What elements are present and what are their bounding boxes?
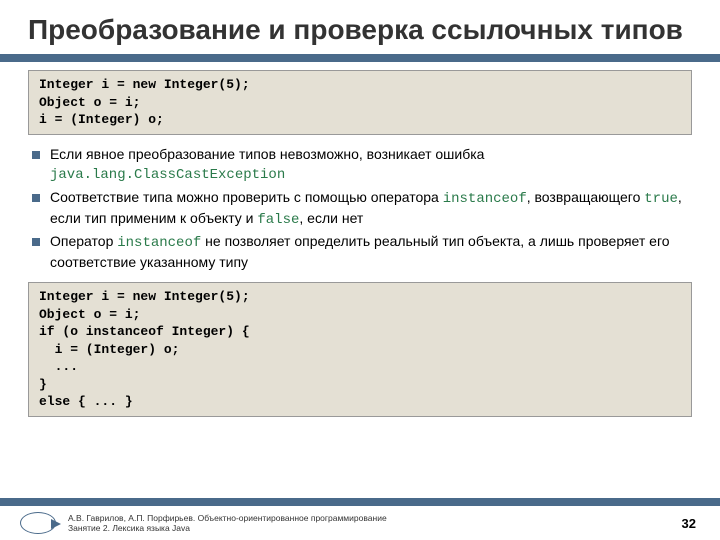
- code-block-1: Integer i = new Integer(5); Object o = i…: [28, 70, 692, 135]
- bullet-text: Если явное преобразование типов невозмож…: [50, 146, 484, 162]
- footer-bar: [0, 498, 720, 506]
- logo-icon: [20, 512, 56, 534]
- slide-content: Integer i = new Integer(5); Object o = i…: [0, 70, 720, 417]
- code-keyword: instanceof: [443, 191, 527, 207]
- slide-title: Преобразование и проверка ссылочных типо…: [0, 0, 720, 54]
- bullet-text: Соответствие типа можно проверить с помо…: [50, 189, 443, 205]
- code-keyword: false: [257, 212, 299, 228]
- bullet-item: Соответствие типа можно проверить с помо…: [32, 188, 688, 230]
- footer-text: А.В. Гаврилов, А.П. Порфирьев. Объектно-…: [68, 513, 682, 533]
- code-keyword: true: [644, 191, 678, 207]
- bullet-list: Если явное преобразование типов невозмож…: [28, 145, 692, 272]
- bullet-text: , если нет: [299, 210, 363, 226]
- footer-line: Занятие 2. Лексика языка Java: [68, 523, 682, 533]
- bullet-text: , возвращающего: [527, 189, 645, 205]
- footer-line: А.В. Гаврилов, А.П. Порфирьев. Объектно-…: [68, 513, 682, 523]
- bullet-item: Если явное преобразование типов невозмож…: [32, 145, 688, 185]
- footer: А.В. Гаврилов, А.П. Порфирьев. Объектно-…: [0, 506, 720, 540]
- bullet-item: Оператор instanceof не позволяет определ…: [32, 232, 688, 272]
- bullet-text: Оператор: [50, 233, 117, 249]
- code-block-2: Integer i = new Integer(5); Object o = i…: [28, 282, 692, 417]
- title-underline: [0, 54, 720, 62]
- code-keyword: instanceof: [117, 235, 201, 251]
- code-keyword: java.lang.ClassCastException: [50, 167, 285, 183]
- slide: Преобразование и проверка ссылочных типо…: [0, 0, 720, 540]
- page-number: 32: [682, 516, 696, 531]
